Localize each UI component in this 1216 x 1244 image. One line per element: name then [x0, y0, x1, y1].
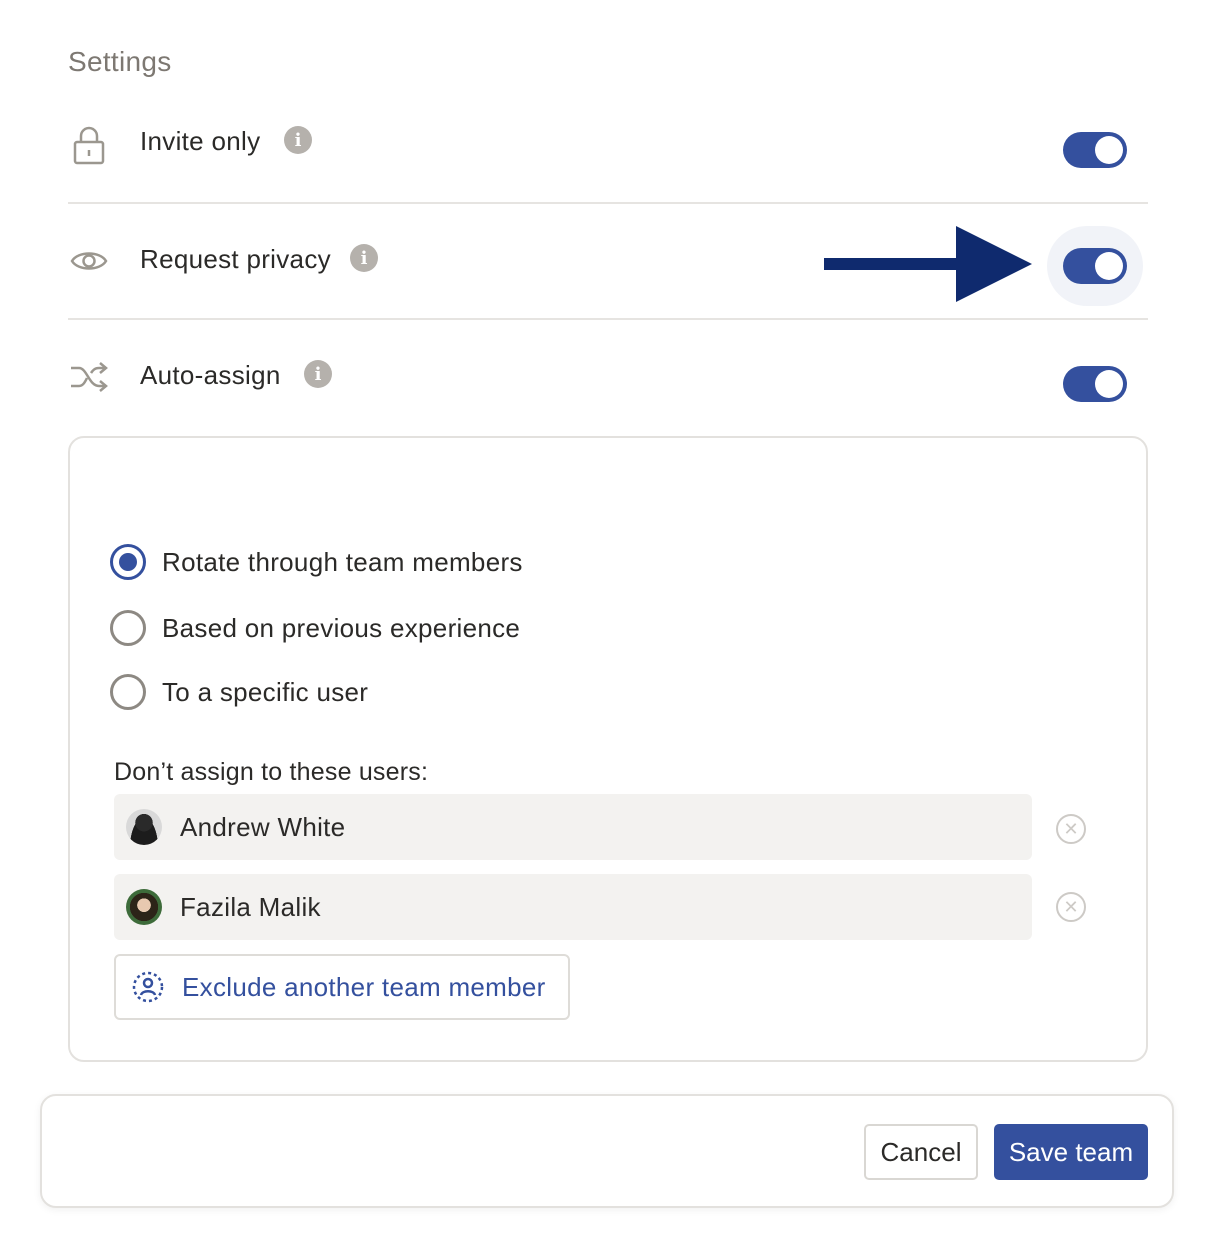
- eye-icon: [68, 240, 110, 282]
- radio-label: To a specific user: [162, 676, 369, 707]
- toggle-knob: [1095, 252, 1123, 280]
- radio-button[interactable]: [110, 610, 146, 646]
- shuffle-icon: [68, 356, 110, 398]
- request-privacy-toggle[interactable]: [1063, 248, 1127, 284]
- footer-bar: Cancel Save team: [40, 1094, 1174, 1208]
- toggle-knob: [1095, 136, 1123, 164]
- info-icon[interactable]: i: [284, 126, 312, 154]
- setting-auto-assign: Auto-assign i: [68, 320, 1148, 436]
- remove-user-button[interactable]: ✕: [1056, 892, 1086, 922]
- remove-user-button[interactable]: ✕: [1056, 814, 1086, 844]
- info-icon[interactable]: i: [304, 360, 332, 388]
- radio-option-rotate[interactable]: Rotate through team members: [110, 542, 523, 582]
- add-button-label: Exclude another team member: [182, 971, 546, 1002]
- radio-button[interactable]: [110, 544, 146, 580]
- auto-assign-toggle[interactable]: [1063, 366, 1127, 402]
- excluded-user-chip: Andrew White: [114, 794, 1032, 860]
- user-name: Fazila Malik: [180, 891, 321, 922]
- setting-label: Request privacy: [140, 244, 331, 274]
- cancel-button[interactable]: Cancel: [864, 1124, 978, 1180]
- save-team-button[interactable]: Save team: [994, 1124, 1148, 1180]
- avatar: [126, 889, 162, 925]
- exclude-users-label: Don’t assign to these users:: [114, 758, 429, 786]
- annotation-arrow-icon: [824, 226, 1036, 309]
- section-title: Settings: [68, 46, 172, 77]
- lock-icon: [68, 124, 110, 166]
- setting-label: Auto-assign: [140, 360, 281, 390]
- auto-assign-options-panel: Rotate through team members Based on pre…: [68, 436, 1148, 1062]
- setting-label: Invite only: [140, 126, 261, 156]
- add-user-icon: [132, 971, 164, 1003]
- excluded-user-chip: Fazila Malik: [114, 874, 1032, 940]
- radio-option-specific-user[interactable]: To a specific user: [110, 672, 368, 712]
- avatar: [126, 809, 162, 845]
- toggle-knob: [1095, 370, 1123, 398]
- radio-label: Based on previous experience: [162, 612, 521, 643]
- info-icon[interactable]: i: [350, 244, 378, 272]
- radio-button[interactable]: [110, 674, 146, 710]
- setting-invite-only: Invite only i: [68, 88, 1148, 204]
- radio-label: Rotate through team members: [162, 546, 523, 577]
- exclude-team-member-button[interactable]: Exclude another team member: [114, 954, 570, 1020]
- invite-only-toggle[interactable]: [1063, 132, 1127, 168]
- radio-option-experience[interactable]: Based on previous experience: [110, 608, 520, 648]
- user-name: Andrew White: [180, 811, 346, 842]
